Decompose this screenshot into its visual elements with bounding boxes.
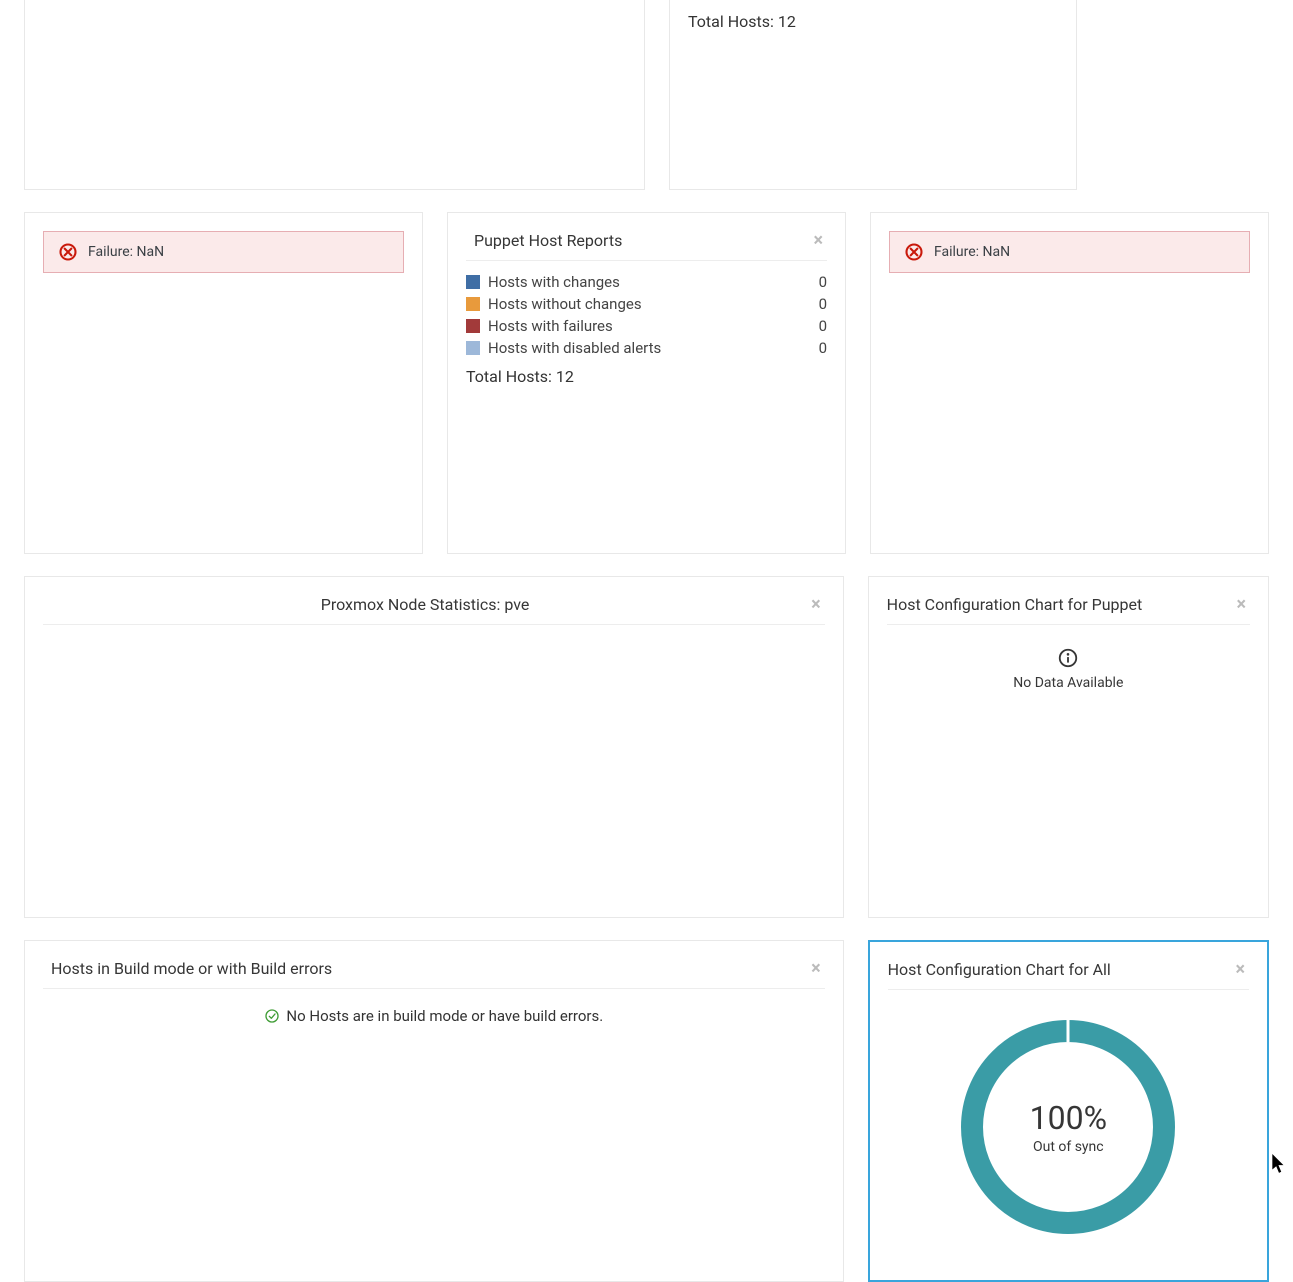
card-failure-right: Failure: NaN	[870, 212, 1269, 554]
close-icon[interactable]: ×	[1232, 596, 1250, 614]
check-circle-icon	[264, 1008, 280, 1024]
legend-value: 0	[819, 295, 827, 313]
card-host-reports-top: Hosts with disabled alerts 0 Total Hosts…	[669, 0, 1077, 190]
no-data-block: No Data Available	[887, 635, 1250, 691]
card-host-config-all[interactable]: Host Configuration Chart for All × 100% …	[868, 940, 1269, 1282]
failure-alert: Failure: NaN	[889, 231, 1250, 273]
info-circle-icon	[1057, 647, 1079, 669]
error-circle-icon	[904, 242, 924, 262]
total-hosts-top: Total Hosts: 12	[688, 12, 1058, 31]
card-proxmox-node-stats: Proxmox Node Statistics: pve ×	[24, 576, 844, 918]
legend-label: Hosts without changes	[488, 295, 642, 313]
legend-value: 0	[819, 273, 827, 291]
puppet-legend-list: Hosts with changes0Hosts without changes…	[466, 271, 827, 359]
legend-row-disabled-top: Hosts with disabled alerts 0	[688, 0, 1058, 4]
error-circle-icon	[58, 242, 78, 262]
card-title-host-config-all: Host Configuration Chart for All	[888, 960, 1111, 979]
failure-alert: Failure: NaN	[43, 231, 404, 273]
donut-chart: 100% Out of sync	[888, 1000, 1249, 1234]
legend-row: Hosts with changes 0	[466, 271, 827, 293]
card-title-proxmox: Proxmox Node Statistics: pve	[43, 595, 807, 614]
legend-value: 0	[1050, 0, 1058, 2]
no-data-text: No Data Available	[887, 675, 1250, 691]
close-icon[interactable]: ×	[809, 232, 827, 250]
legend-label: Hosts with changes	[488, 273, 620, 291]
swatch-icon	[466, 297, 480, 311]
card-build-mode: Hosts in Build mode or with Build errors…	[24, 940, 844, 1282]
card-title-build-mode: Hosts in Build mode or with Build errors	[43, 959, 332, 978]
failure-text: Failure: NaN	[934, 244, 1010, 260]
legend-row: Hosts without changes 0	[466, 293, 827, 315]
build-ok-row: No Hosts are in build mode or have build…	[43, 999, 825, 1025]
legend-value: 0	[819, 339, 827, 357]
build-ok-text: No Hosts are in build mode or have build…	[286, 1007, 603, 1025]
card-host-config-puppet: Host Configuration Chart for Puppet × No…	[868, 576, 1269, 918]
card-failure-left: Failure: NaN	[24, 212, 423, 554]
card-empty-top-left	[24, 0, 645, 190]
legend-label: Hosts with disabled alerts	[710, 0, 883, 2]
legend-label: Hosts with disabled alerts	[488, 339, 661, 357]
close-icon[interactable]: ×	[807, 960, 825, 978]
total-hosts-puppet: Total Hosts: 12	[466, 367, 827, 386]
close-icon[interactable]: ×	[807, 596, 825, 614]
card-puppet-host-reports: Puppet Host Reports × Hosts with changes…	[447, 212, 846, 554]
swatch-icon	[466, 341, 480, 355]
legend-value: 0	[819, 317, 827, 335]
donut-percent: 100%	[1030, 1099, 1107, 1137]
close-icon[interactable]: ×	[1231, 961, 1249, 979]
swatch-icon	[466, 275, 480, 289]
legend-label: Hosts with failures	[488, 317, 613, 335]
legend-row: Hosts with failures 0	[466, 315, 827, 337]
swatch-icon	[466, 319, 480, 333]
failure-text: Failure: NaN	[88, 244, 164, 260]
legend-row: Hosts with disabled alerts 0	[466, 337, 827, 359]
card-title-host-config-puppet: Host Configuration Chart for Puppet	[887, 595, 1143, 614]
donut-label: Out of sync	[1033, 1139, 1104, 1155]
card-title-puppet-reports: Puppet Host Reports	[466, 231, 622, 250]
